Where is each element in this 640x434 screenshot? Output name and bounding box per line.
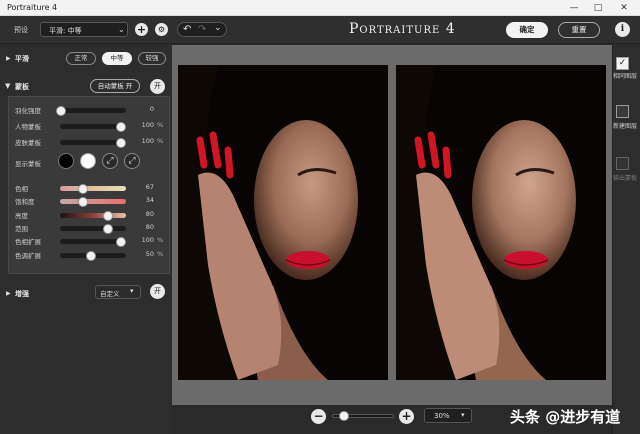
show-mask-label: 显示蒙板 <box>15 160 41 168</box>
slider-label: 亮度 <box>15 211 28 220</box>
app-title: Portraiture 4 <box>349 21 456 37</box>
new-layer-label: 新建图层 <box>613 123 638 130</box>
portrait-before-graphic <box>178 65 388 380</box>
slider-handle[interactable] <box>86 250 96 261</box>
slider-handle[interactable] <box>102 223 113 234</box>
output-mask-checkbox[interactable] <box>616 157 629 170</box>
same-layer-label: 相同图层 <box>613 73 638 80</box>
slider-track[interactable] <box>60 108 126 113</box>
slider-handle[interactable] <box>102 210 113 221</box>
slider-track[interactable] <box>60 225 126 231</box>
chevron-down-icon: ⌄ <box>118 25 125 34</box>
slider-value: 80 <box>145 209 154 218</box>
slider-value: 100 <box>141 121 154 129</box>
add-preset-button[interactable]: + <box>135 23 148 36</box>
eyedropper-plus-icon[interactable]: ⤢ <box>124 153 140 169</box>
zoom-select[interactable]: 30% ▾ <box>424 408 472 423</box>
chevron-down-icon: ▾ <box>461 411 465 419</box>
auto-mask-button[interactable]: 自动蒙板 开 <box>90 79 140 93</box>
minimize-button[interactable]: — <box>562 0 586 16</box>
triangle-down-icon[interactable]: ▼ <box>5 82 10 90</box>
after-image[interactable] <box>396 65 606 380</box>
maximize-button[interactable]: □ <box>586 0 610 16</box>
slider-unit: % <box>157 249 164 258</box>
slider-value: 100 <box>141 137 154 145</box>
preset-value: 平滑: 中等 <box>49 27 82 35</box>
slider-handle[interactable] <box>77 197 88 208</box>
watermark: 头条 @进步有道 <box>510 408 621 426</box>
eyedropper-icon[interactable]: ⤢ <box>102 153 118 169</box>
triangle-right-icon[interactable]: ▶ <box>6 290 11 297</box>
preset-select[interactable]: 平滑: 中等 ⌄ <box>40 22 128 37</box>
slider-label: 色调扩展 <box>15 251 41 260</box>
black-mask-swatch[interactable] <box>58 153 74 169</box>
slider-value: 34 <box>145 196 154 205</box>
before-image[interactable] <box>178 65 388 380</box>
slider-value: 67 <box>145 183 154 191</box>
slider-value: 80 <box>145 222 154 231</box>
undo-icon[interactable]: ↶ <box>183 24 191 35</box>
redo-icon[interactable]: ↷ <box>198 24 206 35</box>
slider-label: 色相扩展 <box>15 238 41 247</box>
slider-label: 人物蒙板 <box>15 123 41 131</box>
enhance-preset-select[interactable]: 自定义 ▾ <box>95 285 141 299</box>
output-panel: ✓ 相同图层 新建图层 输出蒙板 <box>612 45 640 434</box>
slider-label: 羽化强度 <box>15 107 41 115</box>
history-controls: ↶ ↷ ⌄ <box>177 22 227 37</box>
slider-handle[interactable] <box>77 184 88 194</box>
slider-handle[interactable] <box>116 122 126 132</box>
enhance-preset-value: 自定义 <box>100 290 120 298</box>
slider-track[interactable] <box>60 199 126 205</box>
zoom-bar: − + 30% ▾ 头条 @进步有道 <box>172 405 620 434</box>
zoom-slider-handle[interactable] <box>338 411 349 421</box>
close-button[interactable]: ✕ <box>612 0 636 16</box>
new-layer-checkbox[interactable] <box>616 105 629 118</box>
smoothing-strong-button[interactable]: 较强 <box>138 52 166 65</box>
preview-canvas <box>172 45 612 405</box>
gear-icon[interactable]: ⚙ <box>155 23 168 36</box>
chevron-down-icon: ▾ <box>130 287 134 295</box>
zoom-value: 30% <box>434 412 450 420</box>
slider-track[interactable] <box>60 186 126 191</box>
white-mask-swatch[interactable] <box>80 153 96 169</box>
smoothing-medium-button[interactable]: 中等 <box>102 52 132 65</box>
slider-label: 皮肤蒙板 <box>15 139 41 147</box>
toolbar: 预设 平滑: 中等 ⌄ + ⚙ ↶ ↷ ⌄ Portraiture 4 确定 重… <box>0 16 640 44</box>
enhance-toggle-button[interactable]: 开 <box>150 284 165 299</box>
slider-track[interactable] <box>60 212 126 218</box>
history-dropdown-icon[interactable]: ⌄ <box>214 23 222 33</box>
triangle-right-icon[interactable]: ▶ <box>6 55 11 62</box>
slider-label: 饱和度 <box>15 198 35 207</box>
slider-unit: % <box>157 137 164 145</box>
enhance-title[interactable]: 增强 <box>15 289 29 299</box>
smoothing-title[interactable]: 平滑 <box>15 54 29 64</box>
portrait-after-graphic <box>396 65 606 380</box>
reset-button[interactable]: 重置 <box>558 22 600 38</box>
slider-value: 100 <box>141 236 154 245</box>
output-mask-label: 输出蒙板 <box>613 175 638 182</box>
info-icon[interactable]: i <box>615 22 630 37</box>
same-layer-checkbox[interactable]: ✓ <box>616 57 629 70</box>
slider-label: 色相 <box>15 185 28 193</box>
preset-label: 预设 <box>14 26 28 34</box>
mask-title[interactable]: 蒙板 <box>15 82 29 92</box>
slider-value: 0 <box>149 105 154 113</box>
slider-handle[interactable] <box>56 106 66 116</box>
slider-label: 范围 <box>15 224 28 233</box>
zoom-out-button[interactable]: − <box>311 409 326 424</box>
window-title: Portraiture 4 <box>7 3 58 12</box>
slider-handle[interactable] <box>116 138 126 148</box>
slider-value: 50 <box>145 249 154 258</box>
mask-toggle-button[interactable]: 开 <box>150 79 165 94</box>
title-bar: Portraiture 4 — □ ✕ <box>0 0 640 16</box>
smoothing-normal-button[interactable]: 正常 <box>66 52 96 65</box>
slider-unit: % <box>157 236 164 245</box>
slider-unit: % <box>157 121 164 129</box>
ok-button[interactable]: 确定 <box>506 22 548 38</box>
zoom-in-button[interactable]: + <box>399 409 414 424</box>
